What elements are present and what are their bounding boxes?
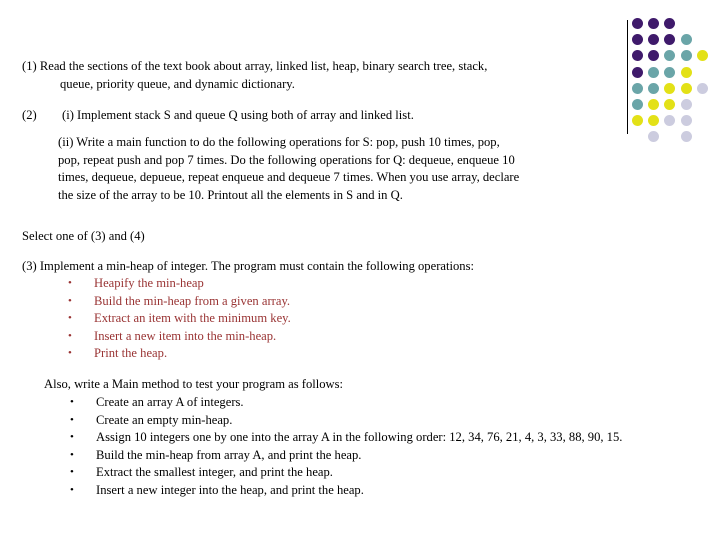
main-step-item-label: Create an empty min-heap.	[96, 412, 233, 427]
main-step-item-label: Build the min-heap from array A, and pri…	[96, 447, 362, 462]
decorative-dot	[664, 34, 676, 46]
decorative-dot	[680, 82, 692, 94]
main-step-item-label: Insert a new integer into the heap, and …	[96, 482, 364, 497]
bullet-icon: •	[70, 396, 74, 408]
decorative-dot	[648, 66, 660, 78]
item-2-sub-i: (i) Implement stack S and queue Q using …	[62, 108, 414, 122]
item-3-line: (3) Implement a min-heap of integer. The…	[22, 259, 474, 273]
main-method-bullet-list: • Create an array A of integers. • Create a…	[62, 394, 632, 500]
main-step-item-label: Create an array A of integers.	[96, 395, 244, 409]
decorative-dot	[664, 115, 676, 127]
bullet-icon: •	[70, 483, 74, 496]
operation-item-label: Print the heap.	[94, 346, 168, 361]
decorative-dot	[664, 50, 676, 62]
bullet-icon: •	[68, 312, 72, 325]
bullet-icon: •	[68, 277, 72, 289]
item-2-number: (2)	[22, 108, 37, 122]
operation-item-label: Extract an item with the minimum key.	[94, 311, 291, 326]
decorative-dot	[664, 99, 676, 110]
decorative-dot	[648, 50, 660, 62]
operation-item-label: Build the min-heap from a given array.	[94, 293, 291, 308]
decorative-dot	[696, 82, 708, 94]
bullet-icon: •	[70, 431, 74, 444]
main-step-item: • Create an array A of integers.	[62, 394, 632, 412]
decorative-dot	[632, 50, 643, 62]
operation-item-label: Heapify the min-heap	[94, 276, 204, 290]
main-step-item: • Insert a new integer into the heap, and…	[62, 482, 632, 500]
operation-item-label: Insert a new item into the min-heap.	[94, 328, 277, 343]
decorative-dot	[632, 18, 643, 29]
bullet-icon: •	[68, 347, 72, 360]
decorative-dot	[648, 115, 660, 127]
decorative-dot	[680, 99, 692, 110]
main-step-item-label: Extract the smallest integer, and print …	[96, 465, 333, 480]
decorative-dot	[680, 131, 692, 143]
decorative-dot	[632, 34, 643, 46]
decorative-dot	[664, 66, 676, 78]
decorative-dot	[680, 115, 692, 127]
bullet-icon: •	[68, 329, 72, 342]
item-1-line-2: queue, priority queue, and dynamic dicti…	[60, 77, 295, 91]
item-1-number: (1)	[22, 59, 37, 73]
operation-item: • Build the min-heap from a given array.	[60, 293, 291, 311]
item-1-label: (1) Read the sections of the text book a…	[22, 58, 622, 76]
item-2-sub-ii-line-3: times, dequeue, depueue, repeat enqueue …	[58, 170, 520, 184]
decorative-dot-grid	[632, 18, 720, 143]
select-one-line: Select one of (3) and (4)	[22, 229, 145, 243]
decorative-dot	[696, 50, 708, 62]
main-step-item-label: Assign 10 integers one by one into the a…	[96, 430, 623, 445]
operation-item: • Extract an item with the minimum key.	[60, 310, 291, 328]
slide-canvas: (1) Read the sections of the text book a…	[0, 0, 720, 540]
decorative-dot	[632, 99, 643, 110]
item-1-line-1: Read the sections of the text book about…	[39, 59, 488, 73]
decorative-dot	[664, 82, 676, 94]
main-method-intro: Also, write a Main method to test your p…	[44, 377, 344, 391]
item-2-sub-ii-line-2: pop, repeat push and pop 7 times. Do the…	[58, 152, 515, 167]
decorative-dot	[648, 18, 660, 29]
bullet-icon: •	[70, 466, 74, 479]
decorative-dot	[680, 34, 692, 46]
main-step-item: • Build the min-heap from array A, and pr…	[62, 447, 632, 465]
operation-item: • Heapify the min-heap	[60, 275, 291, 293]
bullet-icon: •	[70, 448, 74, 461]
bullet-icon: •	[70, 413, 74, 426]
main-step-item: • Assign 10 integers one by one into the …	[62, 429, 632, 447]
decorative-dot	[648, 34, 660, 46]
decorative-dot	[680, 66, 692, 78]
main-step-item: • Create an empty min-heap.	[62, 412, 632, 430]
decorative-dot	[632, 115, 643, 127]
decorative-dot	[680, 50, 692, 62]
main-step-item: • Extract the smallest integer, and print…	[62, 464, 632, 482]
decorative-dot	[664, 18, 676, 29]
operation-item: • Insert a new item into the min-heap.	[60, 328, 291, 346]
decorative-dot	[648, 131, 660, 143]
operations-bullet-list: • Heapify the min-heap • Build the min-heap…	[60, 275, 291, 363]
operation-item: • Print the heap.	[60, 345, 291, 363]
decorative-dot	[648, 82, 660, 94]
item-2-sub-ii-line-4: the size of the array to be 10. Printout…	[58, 187, 403, 202]
item-2-sub-ii-line-1: (ii) Write a main function to do the fol…	[58, 135, 500, 149]
decorative-dot	[648, 99, 660, 110]
bullet-icon: •	[68, 294, 72, 307]
